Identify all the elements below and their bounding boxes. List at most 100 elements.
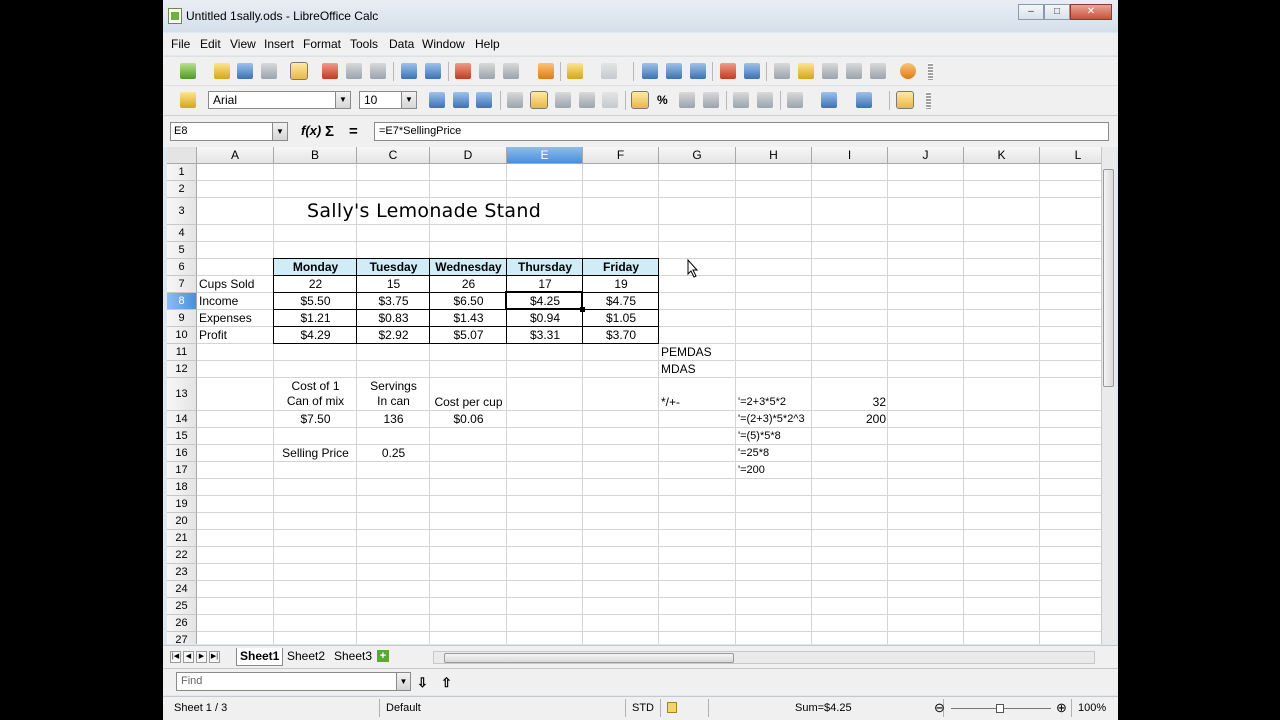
day-header-cell[interactable]: Wednesday: [430, 259, 507, 276]
email-icon[interactable]: [261, 63, 277, 79]
data-cell[interactable]: $5.07: [430, 327, 507, 344]
chevron-down-icon[interactable]: ▼: [396, 673, 410, 690]
copy-icon[interactable]: [479, 63, 495, 79]
row-header-15[interactable]: 15: [167, 428, 197, 445]
grid-lines-icon[interactable]: [896, 91, 914, 109]
row-label-cell[interactable]: Expenses: [197, 310, 274, 327]
zoom-icon[interactable]: [870, 63, 886, 79]
data-cell[interactable]: $4.29: [274, 327, 357, 344]
prev-sheet-button[interactable]: ◀: [183, 651, 194, 663]
data-sources-icon[interactable]: [846, 63, 862, 79]
row-header-21[interactable]: 21: [167, 530, 197, 547]
menu-view[interactable]: View: [230, 37, 256, 51]
function-wizard-icon[interactable]: f(x): [301, 123, 321, 138]
column-header-d[interactable]: D: [430, 147, 507, 164]
undo-icon[interactable]: [567, 63, 583, 79]
print-icon[interactable]: [346, 63, 362, 79]
horizontal-scrollbar[interactable]: [433, 651, 1095, 664]
menu-data[interactable]: Data: [389, 37, 414, 51]
italic-icon[interactable]: [453, 92, 469, 108]
column-header-i[interactable]: I: [812, 147, 888, 164]
tab-sheet2[interactable]: Sheet2: [284, 648, 328, 665]
zoom-in-icon[interactable]: ⊕: [1056, 700, 1067, 716]
vertical-scrollbar[interactable]: [1101, 147, 1116, 644]
row-header-11[interactable]: 11: [167, 344, 197, 361]
formula-input[interactable]: =E7*SellingPrice: [374, 122, 1109, 141]
chevron-down-icon[interactable]: ▼: [272, 123, 287, 140]
column-header-k[interactable]: K: [964, 147, 1040, 164]
status-selection-mode[interactable]: STD: [632, 702, 654, 714]
underline-icon[interactable]: [476, 92, 492, 108]
find-next-icon[interactable]: ⇩: [417, 675, 428, 691]
data-cell[interactable]: $3.70: [583, 327, 659, 344]
row-header-10[interactable]: 10: [167, 327, 197, 344]
row-header-6[interactable]: 6: [167, 259, 197, 276]
print-preview-icon[interactable]: [370, 63, 386, 79]
row-header-20[interactable]: 20: [167, 513, 197, 530]
row-header-27[interactable]: 27: [167, 632, 197, 644]
edit-file-icon[interactable]: [290, 62, 308, 80]
menu-insert[interactable]: Insert: [264, 37, 294, 51]
toolbar-grip[interactable]: [926, 92, 931, 109]
vertical-scroll-thumb[interactable]: [1103, 169, 1114, 387]
new-icon[interactable]: [180, 63, 196, 79]
data-cell[interactable]: 26: [430, 276, 507, 293]
data-cell[interactable]: $1.21: [274, 310, 357, 327]
row-header-24[interactable]: 24: [167, 581, 197, 598]
formula-text-cell[interactable]: '=(2+3)*5*2^3: [736, 411, 812, 428]
column-header-g[interactable]: G: [659, 147, 736, 164]
row-header-1[interactable]: 1: [167, 164, 197, 181]
row-label-cell[interactable]: Income: [197, 293, 274, 310]
justify-icon[interactable]: [579, 92, 595, 108]
status-page-style[interactable]: Default: [386, 702, 421, 714]
data-cell[interactable]: 15: [357, 276, 430, 293]
column-header-a[interactable]: A: [197, 147, 274, 164]
day-header-cell[interactable]: Thursday: [507, 259, 583, 276]
increase-indent-icon[interactable]: [757, 92, 773, 108]
add-decimal-icon[interactable]: [703, 92, 719, 108]
row-header-14[interactable]: 14: [167, 411, 197, 428]
data-cell[interactable]: $1.05: [583, 310, 659, 327]
last-sheet-button[interactable]: ▶|: [209, 651, 220, 663]
operators-cell[interactable]: */+-: [659, 394, 736, 411]
row-header-12[interactable]: 12: [167, 361, 197, 378]
data-cell[interactable]: $6.50: [430, 293, 507, 310]
selling-price-value-cell[interactable]: 0.25: [357, 445, 430, 462]
row-header-7[interactable]: 7: [167, 276, 197, 293]
formula-result-cell[interactable]: 32: [812, 394, 888, 411]
row-header-17[interactable]: 17: [167, 462, 197, 479]
formula-text-cell[interactable]: '=2+3*5*2: [736, 394, 812, 411]
sort-descending-icon[interactable]: [690, 63, 706, 79]
column-header-c[interactable]: C: [357, 147, 430, 164]
formula-text-cell[interactable]: '=200: [736, 462, 812, 479]
chart-icon[interactable]: [720, 63, 736, 79]
align-center-icon[interactable]: [530, 91, 548, 109]
add-sheet-icon[interactable]: +: [377, 650, 389, 662]
borders-icon[interactable]: [787, 92, 803, 108]
day-header-cell[interactable]: Tuesday: [357, 259, 430, 276]
merge-cells-icon[interactable]: [602, 92, 618, 108]
day-header-cell[interactable]: Monday: [274, 259, 357, 276]
tab-sheet3[interactable]: Sheet3: [331, 648, 375, 665]
cost-per-cup-value-cell[interactable]: $0.06: [430, 411, 507, 428]
menu-help[interactable]: Help: [475, 37, 500, 51]
autospell-icon[interactable]: [425, 63, 441, 79]
data-cell[interactable]: 22: [274, 276, 357, 293]
font-name-select[interactable]: Arial ▼: [208, 91, 351, 109]
menu-edit[interactable]: Edit: [200, 37, 221, 51]
chevron-down-icon[interactable]: ▼: [401, 92, 416, 108]
save-icon[interactable]: [237, 63, 253, 79]
row-label-cell[interactable]: Cups Sold: [197, 276, 274, 293]
find-previous-icon[interactable]: ⇧: [441, 675, 452, 691]
pdf-icon[interactable]: [322, 63, 338, 79]
data-cell[interactable]: $4.75: [583, 293, 659, 310]
row-header-22[interactable]: 22: [167, 547, 197, 564]
row-header-23[interactable]: 23: [167, 564, 197, 581]
cost-value-cell[interactable]: $7.50: [274, 411, 357, 428]
row-header-26[interactable]: 26: [167, 615, 197, 632]
data-cell[interactable]: 19: [583, 276, 659, 293]
data-cell[interactable]: $3.75: [357, 293, 430, 310]
row-header-4[interactable]: 4: [167, 225, 197, 242]
percent-icon[interactable]: %: [657, 93, 668, 107]
cut-icon[interactable]: [455, 63, 471, 79]
